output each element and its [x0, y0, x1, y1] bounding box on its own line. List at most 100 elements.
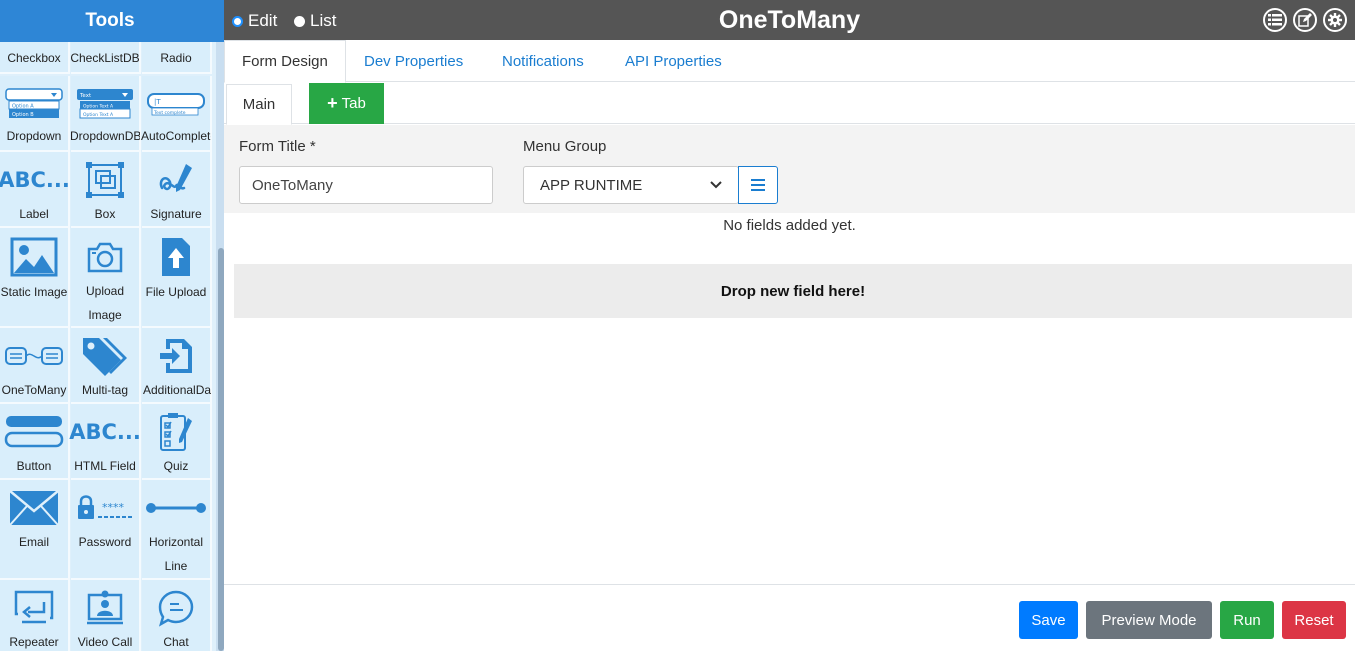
- empty-fields-message: No fields added yet.: [723, 217, 856, 234]
- tool-multi-tag[interactable]: Multi-tag: [71, 328, 141, 404]
- top-bar: OneToMany Edit List: [224, 0, 1355, 40]
- svg-text:Option Text A: Option Text A: [83, 104, 114, 110]
- mode-list-radio[interactable]: List: [294, 11, 336, 31]
- subtab-main[interactable]: Main: [226, 84, 292, 125]
- tool-box[interactable]: Box: [71, 152, 141, 228]
- tool-label: Repeater: [9, 635, 59, 649]
- tab-form-design[interactable]: Form Design: [224, 40, 346, 83]
- tools-sidebar: Tools Checkbox CheckListDB Radio Option …: [0, 0, 224, 651]
- box-icon: [85, 158, 125, 202]
- tool-autocomplete[interactable]: |T Text complete AutoComplete: [141, 76, 212, 152]
- tool-static-image[interactable]: Static Image: [0, 228, 70, 328]
- menu-group-label: Menu Group: [523, 138, 607, 155]
- tool-label: DropdownDB: [70, 129, 140, 143]
- file-upload-icon: [160, 234, 192, 280]
- tool-chat[interactable]: Chat: [142, 580, 212, 651]
- tool-repeater[interactable]: Repeater: [0, 580, 70, 651]
- preview-mode-button[interactable]: Preview Mode: [1086, 601, 1212, 639]
- sidebar-scrollbar-thumb[interactable]: [218, 248, 224, 651]
- svg-text:|T: |T: [154, 98, 161, 106]
- tool-label: Button: [16, 459, 52, 473]
- tool-label: Email: [18, 535, 49, 549]
- tool-label: Label: [19, 207, 49, 221]
- tool-html-field[interactable]: ABC... HTML Field: [69, 404, 141, 480]
- additional-data-icon: [158, 334, 194, 378]
- tool-label: HTML Field: [74, 459, 136, 473]
- quiz-icon: [158, 410, 194, 454]
- tool-onetomany[interactable]: OneToMany: [0, 328, 70, 404]
- tool-dropdown[interactable]: Option A Option B Dropdown: [0, 76, 70, 152]
- chevron-down-icon: [710, 181, 722, 189]
- tool-label: Horizontal Line: [148, 535, 204, 573]
- tool-button[interactable]: Button: [0, 404, 70, 480]
- list-view-button[interactable]: [1263, 8, 1287, 32]
- tool-quiz[interactable]: Quiz: [142, 404, 212, 480]
- camera-icon: [85, 234, 125, 279]
- hamburger-icon: [751, 179, 765, 191]
- tool-label: AdditionalData: [143, 383, 211, 397]
- tool-label: Box: [94, 207, 116, 221]
- add-tab-button[interactable]: + Tab: [309, 83, 384, 124]
- tool-email[interactable]: Email: [0, 480, 70, 580]
- form-title-label: Form Title *: [239, 138, 316, 155]
- gear-icon: [1328, 13, 1342, 27]
- page-title: OneToMany: [718, 6, 861, 34]
- radio-unchecked-icon: [294, 15, 305, 27]
- video-call-icon: [86, 586, 124, 630]
- repeater-icon: [12, 586, 56, 630]
- svg-text:Option B: Option B: [12, 112, 34, 118]
- settings-button[interactable]: [1323, 8, 1347, 32]
- autocomplete-icon: |T Text complete: [146, 84, 206, 124]
- tool-signature[interactable]: Signature: [142, 152, 212, 228]
- tool-label[interactable]: ABC... Label: [0, 152, 70, 228]
- horizontal-line-icon: [145, 486, 207, 530]
- edit-form-button[interactable]: [1293, 8, 1317, 32]
- dropdown-icon: Option A Option B: [5, 84, 63, 124]
- form-tabs: Main + Tab: [224, 82, 1355, 125]
- run-button[interactable]: Run: [1220, 601, 1274, 639]
- menu-group-list-button[interactable]: [738, 166, 778, 204]
- tool-file-upload[interactable]: File Upload: [142, 228, 212, 328]
- password-icon: ****: [75, 486, 135, 530]
- tab-api-properties[interactable]: API Properties: [608, 40, 739, 82]
- svg-text:Text complete: Text complete: [153, 110, 186, 116]
- tool-horizontal-line[interactable]: Horizontal Line: [142, 480, 212, 580]
- tool-label: CheckListDB: [70, 51, 140, 65]
- tab-dev-properties[interactable]: Dev Properties: [347, 40, 480, 82]
- mode-label: Edit: [248, 11, 278, 30]
- tool-video-call[interactable]: Video Call: [71, 580, 141, 651]
- image-icon: [10, 234, 58, 280]
- menu-group-select[interactable]: APP RUNTIME: [523, 166, 739, 204]
- tool-label: Radio: [160, 51, 192, 65]
- tool-label: File Upload: [145, 285, 207, 299]
- reset-button[interactable]: Reset: [1282, 601, 1346, 639]
- form-header: Form Title * Menu Group APP RUNTIME: [224, 125, 1355, 213]
- tool-password[interactable]: **** Password: [71, 480, 141, 580]
- tool-label: Signature: [150, 207, 202, 221]
- save-button[interactable]: Save: [1019, 601, 1078, 639]
- form-title-input[interactable]: [239, 166, 493, 204]
- tool-label: Upload Image: [85, 284, 125, 323]
- add-tab-label: Tab: [341, 95, 366, 112]
- tool-label: Password: [78, 535, 132, 549]
- tags-icon: [81, 334, 129, 378]
- button-icon: [4, 410, 64, 454]
- field-dropzone[interactable]: Drop new field here!: [234, 264, 1352, 318]
- svg-text:Option A: Option A: [12, 104, 34, 110]
- tool-dropdowndb[interactable]: Text Option Text A Option Text A Dropdow…: [70, 76, 141, 152]
- tool-label: OneToMany: [1, 383, 67, 397]
- tool-additional-data[interactable]: AdditionalData: [142, 328, 212, 404]
- menu-group-value: APP RUNTIME: [540, 176, 643, 194]
- tool-label: Checkbox: [7, 51, 61, 65]
- tool-label: AutoComplete: [141, 129, 211, 143]
- mode-edit-radio[interactable]: Edit: [232, 11, 277, 31]
- chat-icon: [157, 586, 195, 630]
- html-field-icon: ABC...: [69, 420, 141, 444]
- tool-label: Chat: [163, 635, 189, 649]
- tab-notifications[interactable]: Notifications: [485, 40, 601, 82]
- radio-checked-icon: [232, 15, 243, 27]
- tool-upload-image[interactable]: Upload Image: [71, 228, 141, 328]
- main-tabs: Form Design Dev Properties Notifications…: [224, 40, 1355, 83]
- tool-label: Dropdown: [6, 129, 62, 143]
- edit-icon: [1298, 13, 1312, 27]
